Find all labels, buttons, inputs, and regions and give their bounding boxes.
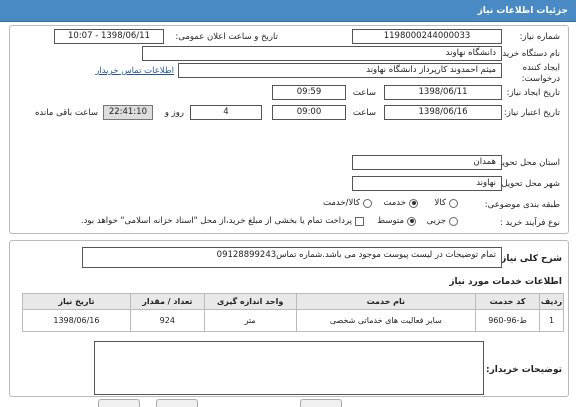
purchase-option-medium[interactable]: متوسط [377, 216, 416, 226]
delivery-province-label: استان محل تحویل: [493, 158, 560, 168]
services-table: ردیف کد خدمت نام خدمت واحد اندازه گیری ت… [22, 293, 564, 332]
col-quantity: تعداد / مقدار [129, 293, 205, 310]
creation-time-label: ساعت [352, 88, 376, 98]
announce-datetime-field: 1398/06/11 - 10:07 [54, 29, 164, 44]
treasury-note: پرداخت تمام یا بخشی از مبلغ خرید،از محل … [80, 216, 352, 226]
need-info-panel: شماره نیاز: 1198000244000033 تاریخ و ساع… [9, 25, 569, 234]
table-row: 1 ط-96-960 سایر فعالیت های خدماتی شخصی م… [22, 309, 564, 332]
page-title: جزئیات اطلاعات نیاز [477, 6, 568, 16]
validity-date-field: 1398/06/16 [384, 105, 502, 120]
treasury-payment-option[interactable]: پرداخت تمام یا بخشی از مبلغ خرید،از محل … [81, 216, 364, 226]
purchase-option-minor[interactable]: جزیی [427, 216, 458, 226]
need-number-field: 1198000244000033 [352, 29, 502, 44]
buyer-notes-field [94, 341, 484, 395]
buyer-notes-label: توضیحات خریدار: [486, 365, 562, 375]
buyer-org-field: دانشگاه نهاوند [142, 46, 502, 61]
days-label: روز و [164, 108, 184, 118]
validity-time-field: 09:00 [272, 105, 346, 120]
bottom-button-3[interactable] [300, 399, 342, 407]
services-title: اطلاعات خدمات مورد نیاز [449, 277, 562, 287]
need-details-panel: شرح کلی نیاز: تمام توضیحات در لیست پیوست… [9, 240, 569, 397]
category-option-goods-service[interactable]: کالا/خدمت [323, 198, 372, 208]
days-remaining-field: 4 [190, 105, 262, 120]
category-label: طبقه بندی موضوعی: [484, 200, 560, 210]
buyer-org-label: نام دستگاه خریدار: [493, 49, 560, 59]
cell-need-date: 1398/06/16 [22, 309, 131, 332]
radio-goods[interactable] [449, 198, 458, 208]
category-option-goods[interactable]: کالا [435, 198, 458, 208]
creation-date-field: 1398/06/11 [384, 85, 502, 100]
col-service-name: نام خدمت [295, 293, 477, 310]
requester-label: ایجاد کننده درخواست: [521, 63, 560, 84]
validity-deadline-label: تاریخ اعتبار نیاز: [503, 108, 560, 118]
col-service-code: کد خدمت [475, 293, 541, 310]
page-header: جزئیات اطلاعات نیاز [0, 0, 576, 22]
radio-medium[interactable] [407, 216, 416, 226]
delivery-province-field: همدان [352, 155, 502, 170]
description-label: شرح کلی نیاز: [497, 254, 562, 264]
cell-service-name: سایر فعالیت های خدماتی شخصی [295, 309, 477, 332]
cell-service-code: ط-96-960 [475, 309, 541, 332]
col-need-date: تاریخ نیاز [22, 293, 131, 310]
delivery-city-label: شهر محل تحویل: [498, 179, 560, 189]
creation-date-label: تاریخ ایجاد نیاز: [506, 88, 560, 98]
cell-unit: متر [203, 309, 297, 332]
creation-time-field: 09:59 [272, 85, 346, 100]
radio-goods-service[interactable] [363, 198, 372, 208]
time-remaining-field: 22:41:10 [103, 105, 153, 120]
services-header-row: ردیف کد خدمت نام خدمت واحد اندازه گیری ت… [22, 293, 564, 310]
cell-quantity: 924 [129, 309, 205, 332]
need-number-label: شماره نیاز: [519, 32, 560, 42]
validity-time-label: ساعت [352, 108, 376, 118]
bottom-button-1[interactable] [98, 399, 140, 407]
time-remaining-label: ساعت باقی مانده [34, 108, 98, 118]
requester-field: میثم احمدوند کارپرداز دانشگاه نهاوند [178, 63, 502, 78]
description-field: تمام توضیحات در لیست پیوست موجود می باشد… [82, 247, 502, 268]
col-unit: واحد اندازه گیری [203, 293, 297, 310]
radio-service[interactable] [409, 198, 418, 208]
delivery-city-field: نهاوند [352, 176, 502, 191]
cell-row: 1 [539, 309, 564, 332]
col-row: ردیف [539, 293, 564, 310]
buyer-contact-link[interactable]: اطلاعات تماس خریدار [95, 66, 174, 76]
bottom-button-2[interactable] [156, 399, 198, 407]
treasury-checkbox[interactable] [355, 216, 364, 226]
category-option-service[interactable]: خدمت [383, 198, 418, 208]
radio-minor[interactable] [449, 216, 458, 226]
announce-datetime-label: تاریخ و ساعت اعلان عمومی: [175, 32, 278, 42]
purchase-type-label: نوع فرآیند خرید : [499, 218, 560, 228]
